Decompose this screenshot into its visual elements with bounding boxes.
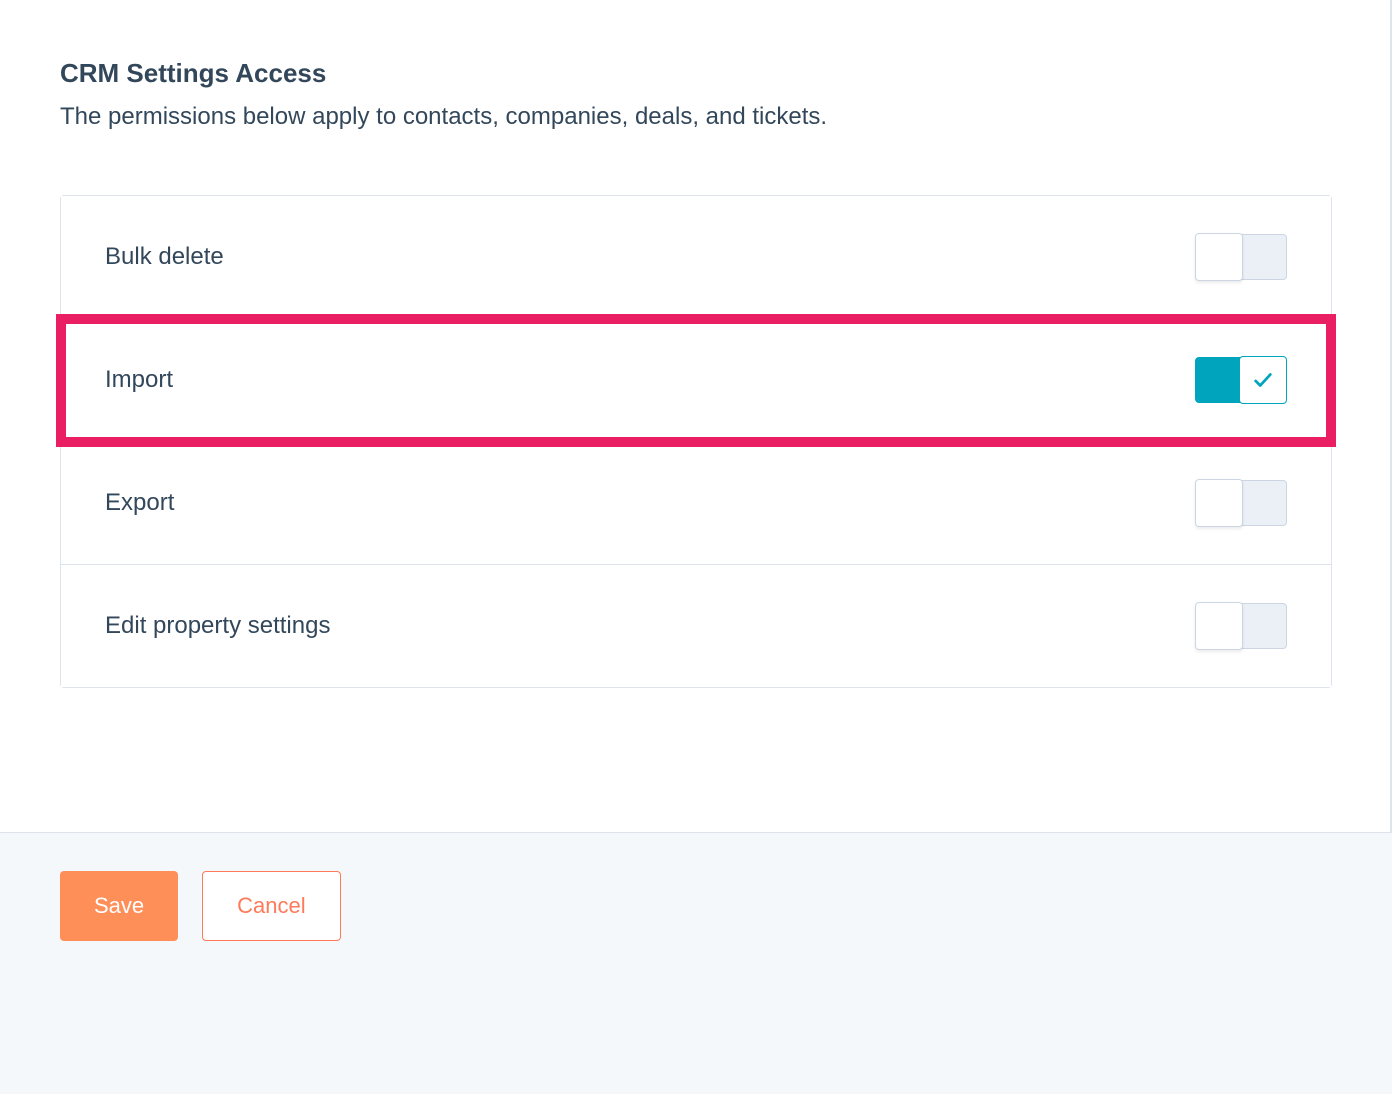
permissions-page: CRM Settings Access The permissions belo… [0, 0, 1392, 1094]
toggle-knob [1239, 356, 1287, 404]
permissions-list: Bulk delete Import Export [60, 195, 1332, 688]
cancel-button[interactable]: Cancel [202, 871, 340, 941]
permission-label: Bulk delete [105, 243, 224, 271]
section-description: The permissions below apply to contacts,… [60, 103, 1332, 131]
permission-label: Export [105, 489, 174, 517]
permission-row-import: Import [61, 319, 1331, 442]
toggle-knob [1195, 602, 1243, 650]
section-title: CRM Settings Access [60, 58, 1332, 89]
permission-label: Import [105, 366, 173, 394]
toggle-edit-property-settings[interactable] [1195, 603, 1287, 649]
permission-row-bulk-delete: Bulk delete [61, 196, 1331, 319]
permission-row-edit-property-settings: Edit property settings [61, 565, 1331, 687]
permission-row-export: Export [61, 442, 1331, 565]
footer-bar: Save Cancel [0, 832, 1392, 1094]
permission-label: Edit property settings [105, 612, 330, 640]
toggle-import[interactable] [1195, 357, 1287, 403]
toggle-knob [1195, 479, 1243, 527]
toggle-bulk-delete[interactable] [1195, 234, 1287, 280]
toggle-export[interactable] [1195, 480, 1287, 526]
save-button[interactable]: Save [60, 871, 178, 941]
check-icon [1252, 369, 1274, 391]
content-area: CRM Settings Access The permissions belo… [0, 0, 1392, 688]
toggle-knob [1195, 233, 1243, 281]
